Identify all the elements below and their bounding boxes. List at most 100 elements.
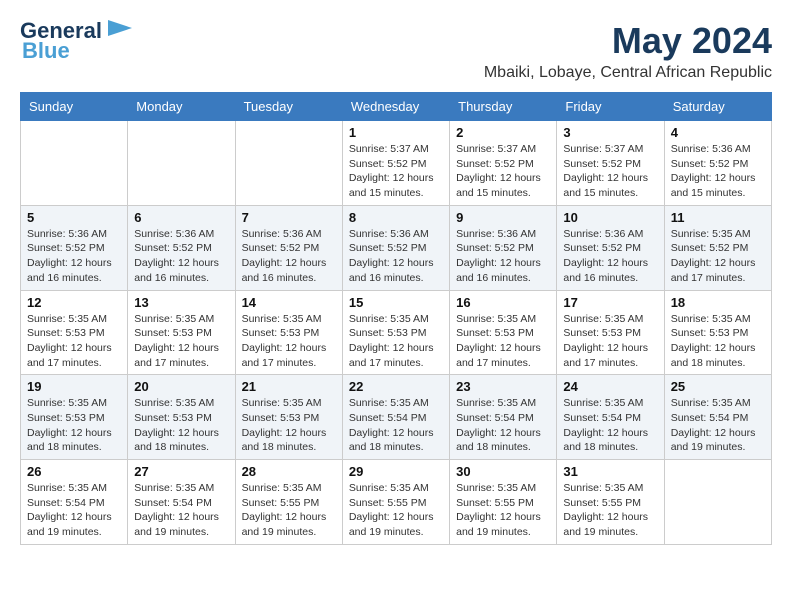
day-number: 4 [671,125,765,140]
day-number: 20 [134,379,228,394]
day-info: Sunrise: 5:35 AM Sunset: 5:53 PM Dayligh… [456,312,550,371]
day-number: 3 [563,125,657,140]
calendar-cell: 16 Sunrise: 5:35 AM Sunset: 5:53 PM Dayli… [450,290,557,375]
day-info: Sunrise: 5:35 AM Sunset: 5:53 PM Dayligh… [671,312,765,371]
day-number: 31 [563,464,657,479]
calendar-cell: 17 Sunrise: 5:35 AM Sunset: 5:53 PM Dayli… [557,290,664,375]
logo-flag-icon [104,20,132,42]
calendar-cell: 1 Sunrise: 5:37 AM Sunset: 5:52 PM Daylig… [342,121,449,206]
calendar-header-friday: Friday [557,93,664,121]
calendar-cell: 18 Sunrise: 5:35 AM Sunset: 5:53 PM Dayli… [664,290,771,375]
calendar-header-tuesday: Tuesday [235,93,342,121]
calendar-cell: 2 Sunrise: 5:37 AM Sunset: 5:52 PM Daylig… [450,121,557,206]
day-number: 24 [563,379,657,394]
calendar-week-3: 12Sunrise: 5:35 AM Sunset: 5:53 PM Dayli… [21,290,772,375]
day-number: 17 [563,295,657,310]
day-info: Sunrise: 5:35 AM Sunset: 5:54 PM Dayligh… [671,396,765,455]
day-info: Sunrise: 5:35 AM Sunset: 5:54 PM Dayligh… [563,396,657,455]
day-info: Sunrise: 5:35 AM Sunset: 5:52 PM Dayligh… [671,227,765,286]
day-info: Sunrise: 5:36 AM Sunset: 5:52 PM Dayligh… [671,142,765,201]
calendar-cell: 12Sunrise: 5:35 AM Sunset: 5:53 PM Dayli… [21,290,128,375]
calendar-cell: 15Sunrise: 5:35 AM Sunset: 5:53 PM Dayli… [342,290,449,375]
calendar-cell: 21 Sunrise: 5:35 AM Sunset: 5:53 PM Dayli… [235,375,342,460]
calendar-cell: 20 Sunrise: 5:35 AM Sunset: 5:53 PM Dayli… [128,375,235,460]
day-number: 15 [349,295,443,310]
title-area: May 2024 Mbaiki, Lobaye, Central African… [484,20,772,82]
calendar-cell: 24 Sunrise: 5:35 AM Sunset: 5:54 PM Dayli… [557,375,664,460]
day-number: 10 [563,210,657,225]
calendar-cell: 25 Sunrise: 5:35 AM Sunset: 5:54 PM Dayli… [664,375,771,460]
day-number: 27 [134,464,228,479]
calendar-cell: 31Sunrise: 5:35 AM Sunset: 5:55 PM Dayli… [557,460,664,545]
day-number: 14 [242,295,336,310]
day-number: 8 [349,210,443,225]
calendar-header-monday: Monday [128,93,235,121]
day-info: Sunrise: 5:37 AM Sunset: 5:52 PM Dayligh… [456,142,550,201]
day-number: 1 [349,125,443,140]
calendar-cell: 28Sunrise: 5:35 AM Sunset: 5:55 PM Dayli… [235,460,342,545]
calendar-cell [21,121,128,206]
day-info: Sunrise: 5:37 AM Sunset: 5:52 PM Dayligh… [349,142,443,201]
calendar-cell: 23Sunrise: 5:35 AM Sunset: 5:54 PM Dayli… [450,375,557,460]
day-info: Sunrise: 5:35 AM Sunset: 5:55 PM Dayligh… [456,481,550,540]
day-number: 7 [242,210,336,225]
calendar-cell [235,121,342,206]
day-info: Sunrise: 5:36 AM Sunset: 5:52 PM Dayligh… [563,227,657,286]
calendar-cell [128,121,235,206]
month-title: May 2024 [484,20,772,62]
day-info: Sunrise: 5:35 AM Sunset: 5:53 PM Dayligh… [27,396,121,455]
day-number: 18 [671,295,765,310]
day-info: Sunrise: 5:36 AM Sunset: 5:52 PM Dayligh… [134,227,228,286]
day-number: 25 [671,379,765,394]
day-number: 23 [456,379,550,394]
day-info: Sunrise: 5:35 AM Sunset: 5:53 PM Dayligh… [242,396,336,455]
calendar-cell: 13 Sunrise: 5:35 AM Sunset: 5:53 PM Dayli… [128,290,235,375]
calendar-cell: 4 Sunrise: 5:36 AM Sunset: 5:52 PM Daylig… [664,121,771,206]
day-info: Sunrise: 5:36 AM Sunset: 5:52 PM Dayligh… [349,227,443,286]
day-info: Sunrise: 5:35 AM Sunset: 5:54 PM Dayligh… [27,481,121,540]
day-info: Sunrise: 5:37 AM Sunset: 5:52 PM Dayligh… [563,142,657,201]
day-number: 9 [456,210,550,225]
day-info: Sunrise: 5:35 AM Sunset: 5:53 PM Dayligh… [242,312,336,371]
day-info: Sunrise: 5:35 AM Sunset: 5:53 PM Dayligh… [27,312,121,371]
day-info: Sunrise: 5:35 AM Sunset: 5:53 PM Dayligh… [134,396,228,455]
calendar-cell: 14 Sunrise: 5:35 AM Sunset: 5:53 PM Dayli… [235,290,342,375]
day-info: Sunrise: 5:36 AM Sunset: 5:52 PM Dayligh… [242,227,336,286]
calendar-cell: 27 Sunrise: 5:35 AM Sunset: 5:54 PM Dayli… [128,460,235,545]
day-number: 19 [27,379,121,394]
logo: General Blue [20,20,132,64]
day-number: 5 [27,210,121,225]
calendar-cell: 8 Sunrise: 5:36 AM Sunset: 5:52 PM Daylig… [342,205,449,290]
calendar-cell: 7 Sunrise: 5:36 AM Sunset: 5:52 PM Daylig… [235,205,342,290]
day-number: 13 [134,295,228,310]
day-info: Sunrise: 5:35 AM Sunset: 5:53 PM Dayligh… [563,312,657,371]
calendar-cell: 9Sunrise: 5:36 AM Sunset: 5:52 PM Daylig… [450,205,557,290]
calendar-week-2: 5 Sunrise: 5:36 AM Sunset: 5:52 PM Daylig… [21,205,772,290]
logo-blue: Blue [20,38,70,64]
day-info: Sunrise: 5:35 AM Sunset: 5:53 PM Dayligh… [134,312,228,371]
day-number: 6 [134,210,228,225]
header: General Blue May 2024 Mbaiki, Lobaye, Ce… [20,20,772,82]
calendar-cell: 11 Sunrise: 5:35 AM Sunset: 5:52 PM Dayli… [664,205,771,290]
day-number: 21 [242,379,336,394]
day-info: Sunrise: 5:36 AM Sunset: 5:52 PM Dayligh… [27,227,121,286]
calendar-cell: 22 Sunrise: 5:35 AM Sunset: 5:54 PM Dayli… [342,375,449,460]
day-number: 11 [671,210,765,225]
day-number: 16 [456,295,550,310]
calendar-cell: 19 Sunrise: 5:35 AM Sunset: 5:53 PM Dayli… [21,375,128,460]
calendar-cell: 6 Sunrise: 5:36 AM Sunset: 5:52 PM Daylig… [128,205,235,290]
day-number: 2 [456,125,550,140]
day-info: Sunrise: 5:35 AM Sunset: 5:54 PM Dayligh… [349,396,443,455]
day-number: 22 [349,379,443,394]
day-number: 30 [456,464,550,479]
day-number: 29 [349,464,443,479]
day-info: Sunrise: 5:35 AM Sunset: 5:54 PM Dayligh… [134,481,228,540]
location-title: Mbaiki, Lobaye, Central African Republic [484,64,772,82]
calendar-header-row: SundayMondayTuesdayWednesdayThursdayFrid… [21,93,772,121]
calendar-cell: 10 Sunrise: 5:36 AM Sunset: 5:52 PM Dayli… [557,205,664,290]
calendar-header-wednesday: Wednesday [342,93,449,121]
day-number: 28 [242,464,336,479]
calendar-header-thursday: Thursday [450,93,557,121]
calendar-cell: 26Sunrise: 5:35 AM Sunset: 5:54 PM Dayli… [21,460,128,545]
calendar-table: SundayMondayTuesdayWednesdayThursdayFrid… [20,92,772,545]
